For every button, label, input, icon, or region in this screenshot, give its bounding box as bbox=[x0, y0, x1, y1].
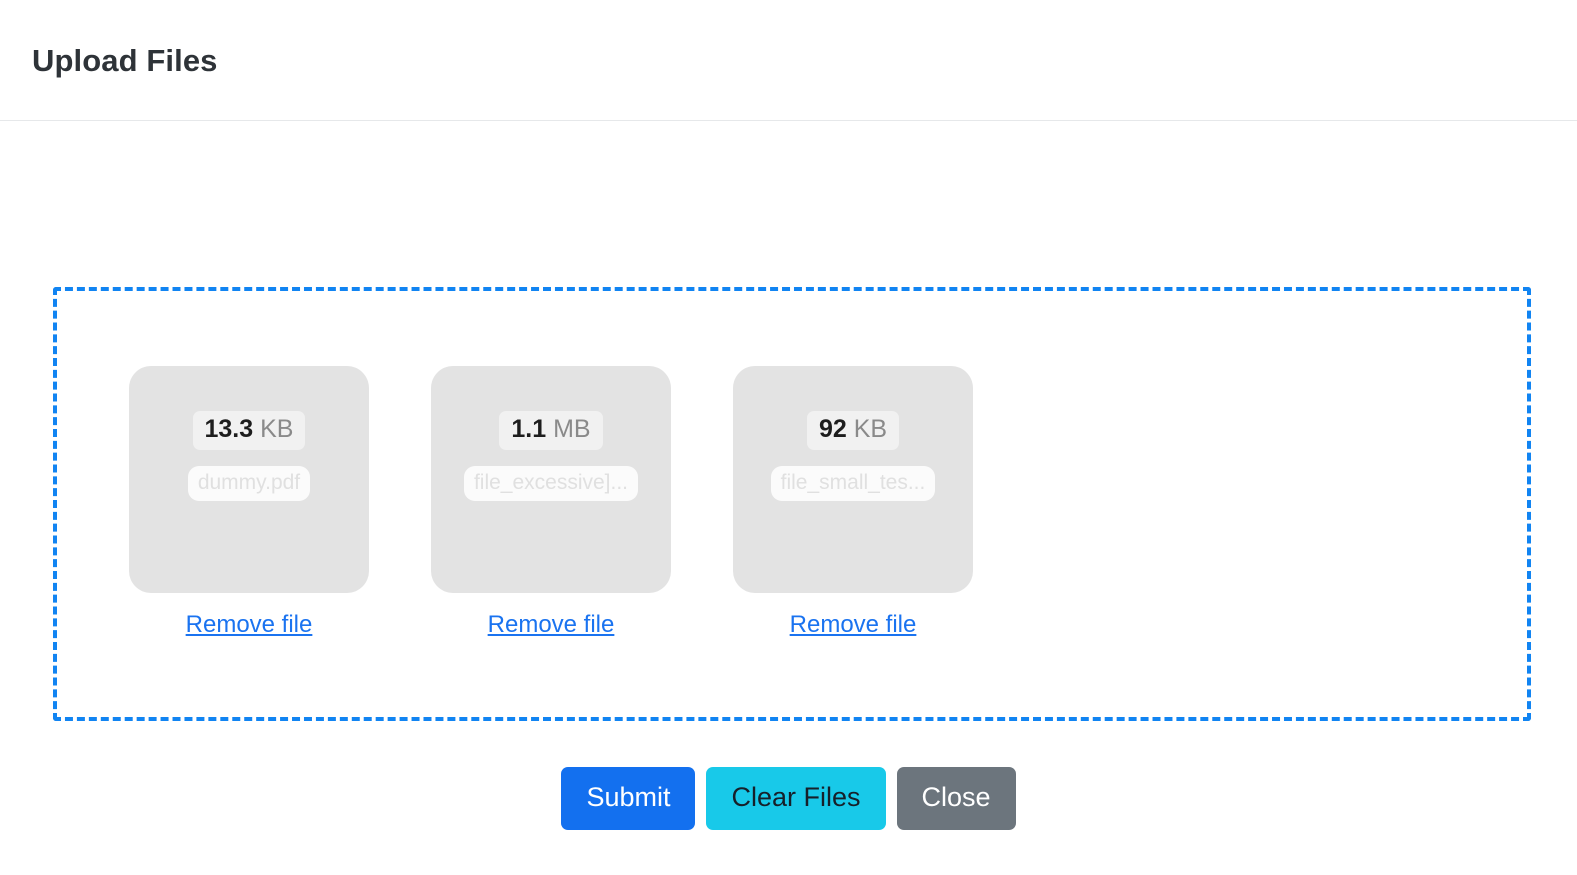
remove-file-link[interactable]: Remove file bbox=[186, 611, 313, 640]
file-size-unit: KB bbox=[260, 415, 294, 443]
list-item: 92 KB file_small_tes... Remove file bbox=[733, 366, 973, 640]
file-size-badge: 1.1 MB bbox=[499, 411, 603, 450]
clear-files-button[interactable]: Clear Files bbox=[706, 767, 886, 830]
list-item: 13.3 KB dummy.pdf Remove file bbox=[129, 366, 369, 640]
file-dropzone[interactable]: 13.3 KB dummy.pdf Remove file 1.1 MB fil… bbox=[53, 287, 1531, 721]
file-name-label: file_small_tes... bbox=[770, 465, 936, 501]
submit-button[interactable]: Submit bbox=[561, 767, 696, 830]
file-name-label: dummy.pdf bbox=[187, 465, 311, 501]
file-thumbnail: 13.3 KB dummy.pdf bbox=[129, 366, 369, 593]
file-size-badge: 92 KB bbox=[806, 411, 900, 450]
file-size-badge: 13.3 KB bbox=[192, 411, 306, 450]
remove-file-link[interactable]: Remove file bbox=[488, 611, 615, 640]
file-name-label: file_excessive]... bbox=[463, 465, 639, 501]
file-size-value: 13.3 bbox=[204, 415, 254, 443]
list-item: 1.1 MB file_excessive]... Remove file bbox=[431, 366, 671, 640]
dialog-header: Upload Files bbox=[0, 0, 1577, 121]
file-size-value: 1.1 bbox=[511, 415, 547, 443]
file-size-unit: MB bbox=[553, 415, 591, 443]
dialog-footer: Submit Clear Files Close bbox=[0, 767, 1577, 830]
file-thumbnail: 92 KB file_small_tes... bbox=[733, 366, 973, 593]
file-thumbnail: 1.1 MB file_excessive]... bbox=[431, 366, 671, 593]
file-list: 13.3 KB dummy.pdf Remove file 1.1 MB fil… bbox=[129, 366, 973, 640]
upload-files-dialog: Upload Files 13.3 KB dummy.pdf Remove fi… bbox=[0, 0, 1577, 875]
file-size-unit: KB bbox=[853, 415, 888, 443]
page-title: Upload Files bbox=[32, 42, 218, 78]
remove-file-link[interactable]: Remove file bbox=[790, 611, 917, 640]
close-button[interactable]: Close bbox=[896, 767, 1016, 830]
dialog-body: 13.3 KB dummy.pdf Remove file 1.1 MB fil… bbox=[0, 121, 1577, 875]
file-size-value: 92 bbox=[818, 415, 847, 443]
